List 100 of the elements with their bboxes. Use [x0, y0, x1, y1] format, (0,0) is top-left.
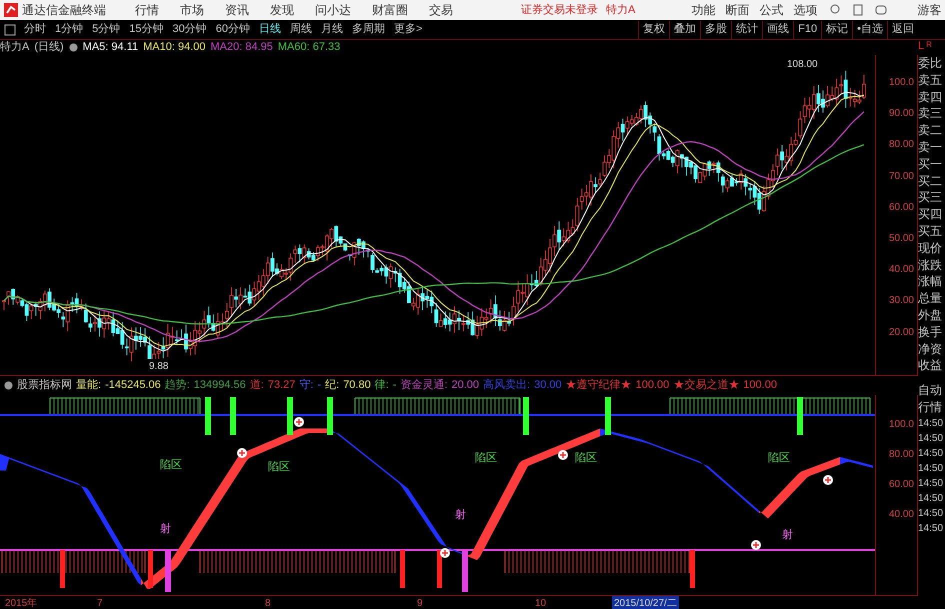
quote-label[interactable]: 买四	[918, 206, 945, 223]
quote-label[interactable]: 总量	[918, 290, 945, 307]
indicator-value: 134994.56	[194, 378, 246, 394]
indicator-value: -	[392, 378, 396, 394]
period-tab[interactable]: 30分钟	[172, 21, 207, 38]
phone-icon[interactable]	[853, 4, 864, 16]
toolbar-button[interactable]: •自选	[852, 20, 887, 38]
toolbar-button[interactable]: 统计	[731, 20, 762, 38]
period-tab[interactable]: 1分钟	[55, 21, 84, 38]
indicator-value: 30.00	[534, 378, 562, 394]
indicator-label: 高风卖出:	[483, 378, 530, 394]
axis-label: 50.00	[888, 232, 914, 246]
axis-label: 100.0	[888, 418, 914, 432]
menu-item[interactable]: 公式	[759, 1, 784, 19]
menu-item[interactable]: 问小达	[315, 1, 351, 19]
toolbar-button[interactable]: F10	[793, 20, 822, 38]
time-label: 14:50	[918, 416, 944, 431]
quote-label[interactable]: 净资	[918, 340, 945, 358]
panel-tab[interactable]: 行情	[918, 398, 945, 416]
indicator-value: 20.00	[452, 378, 480, 394]
login-status: 证券交易未登录	[521, 2, 598, 18]
toolbar-button[interactable]: 复权	[638, 20, 670, 38]
indicator-label: 道:	[250, 378, 264, 394]
time-label: 14:50	[918, 506, 944, 521]
indicator-name[interactable]: 股票指标网	[17, 377, 72, 394]
period-tab[interactable]: 月线	[321, 21, 343, 38]
indicator-label: 量能:	[76, 378, 102, 394]
corner-label: L	[918, 40, 924, 53]
period-tab[interactable]: 更多>	[394, 21, 422, 38]
quote-label[interactable]: 涨跌	[918, 256, 945, 274]
menu-item[interactable]: 财富圈	[372, 1, 408, 19]
indicator-label: 守:	[299, 378, 314, 394]
indicator-value: 100.00	[743, 378, 777, 394]
quote-label[interactable]: 换手	[918, 324, 945, 341]
menu-item[interactable]: 资讯	[225, 1, 249, 19]
panel-icon[interactable]	[4, 24, 16, 36]
period-label: (日线)	[34, 40, 64, 56]
menu-item[interactable]: 交易	[429, 1, 453, 19]
indicator-label: ★遵守纪律★	[566, 378, 632, 394]
indicator-label: 资金灵通:	[400, 378, 448, 394]
axis-label: 30.00	[888, 294, 914, 308]
time-label: 14:50	[918, 492, 944, 506]
menu-item[interactable]: 功能	[691, 1, 716, 19]
menu-item[interactable]: 行情	[135, 1, 159, 19]
period-tab[interactable]: 60分钟	[216, 21, 250, 38]
panel-tab[interactable]: 自动	[918, 382, 945, 399]
quote-label[interactable]: 卖三	[918, 105, 945, 122]
zone-label: 陷区	[160, 458, 182, 473]
indicator-label: 纪:	[325, 378, 340, 394]
toolbar-button[interactable]: 多股	[700, 20, 732, 38]
toolbar-button[interactable]: 画线	[762, 20, 794, 38]
menu-item[interactable]: 选项	[793, 1, 818, 19]
indicator-value: -145245.06	[105, 378, 161, 394]
time-label: 14:50	[918, 476, 944, 491]
menu-item[interactable]: 发现	[270, 1, 294, 19]
ma-value: MA20: 84.95	[210, 40, 273, 56]
toolbar-button[interactable]: 叠加	[669, 20, 700, 38]
quote-label[interactable]: 买三	[918, 189, 945, 206]
zone-label: 陷区	[268, 460, 290, 475]
period-tab[interactable]: 多周期	[352, 21, 385, 38]
quote-label[interactable]: 买一	[918, 156, 945, 173]
quote-label[interactable]: 委比	[918, 55, 945, 72]
zone-label: 陷区	[768, 451, 790, 466]
period-tab[interactable]: 日线	[259, 21, 281, 38]
zone-label: 射	[455, 508, 466, 523]
quote-label[interactable]: 买五	[918, 222, 945, 240]
indicator-value: 70.80	[343, 378, 371, 394]
axis-label: 40.00	[888, 508, 914, 522]
toolbar-button[interactable]: 返回	[887, 20, 918, 38]
period-tab[interactable]: 分时	[24, 21, 46, 38]
ma-value: MA60: 67.33	[278, 40, 340, 56]
date-label: 8	[264, 597, 272, 609]
user-name[interactable]: 游客	[917, 1, 942, 19]
menu-item[interactable]: 市场	[180, 1, 204, 19]
quote-label[interactable]: 外盘	[918, 306, 945, 324]
indicator-label: ★交易之道★	[673, 378, 740, 394]
period-tab[interactable]: 15分钟	[129, 21, 164, 38]
indicator-label: 趋势:	[164, 378, 190, 394]
period-tab[interactable]: 5分钟	[92, 21, 120, 38]
stock-title: 特力A	[0, 40, 30, 56]
logo-icon	[4, 3, 18, 17]
menu-item[interactable]: 断面	[725, 1, 750, 19]
zone-label: 射	[160, 522, 171, 537]
quote-label[interactable]: 涨幅	[918, 273, 945, 290]
quote-label[interactable]: 卖五	[918, 72, 945, 89]
quote-label[interactable]: 买二	[918, 172, 945, 190]
quote-label[interactable]: 收益	[918, 357, 945, 374]
axis-label: 100.0	[888, 76, 914, 90]
quote-label[interactable]: 卖四	[918, 88, 945, 106]
quote-label[interactable]: 卖二	[918, 122, 945, 139]
axis-label: 20.00	[888, 326, 914, 340]
quote-label[interactable]: 现价	[918, 240, 945, 257]
app-name: 通达信金融终端	[22, 2, 107, 19]
period-tab[interactable]: 周线	[290, 21, 312, 38]
axis-label: 40.00	[888, 263, 914, 278]
axis-label: 60.00	[888, 200, 914, 215]
axis-label: 60.00	[888, 478, 914, 492]
quote-label[interactable]: 卖一	[918, 138, 945, 156]
time-label: 14:50	[918, 446, 944, 461]
toolbar-button[interactable]: 标记	[821, 20, 852, 38]
